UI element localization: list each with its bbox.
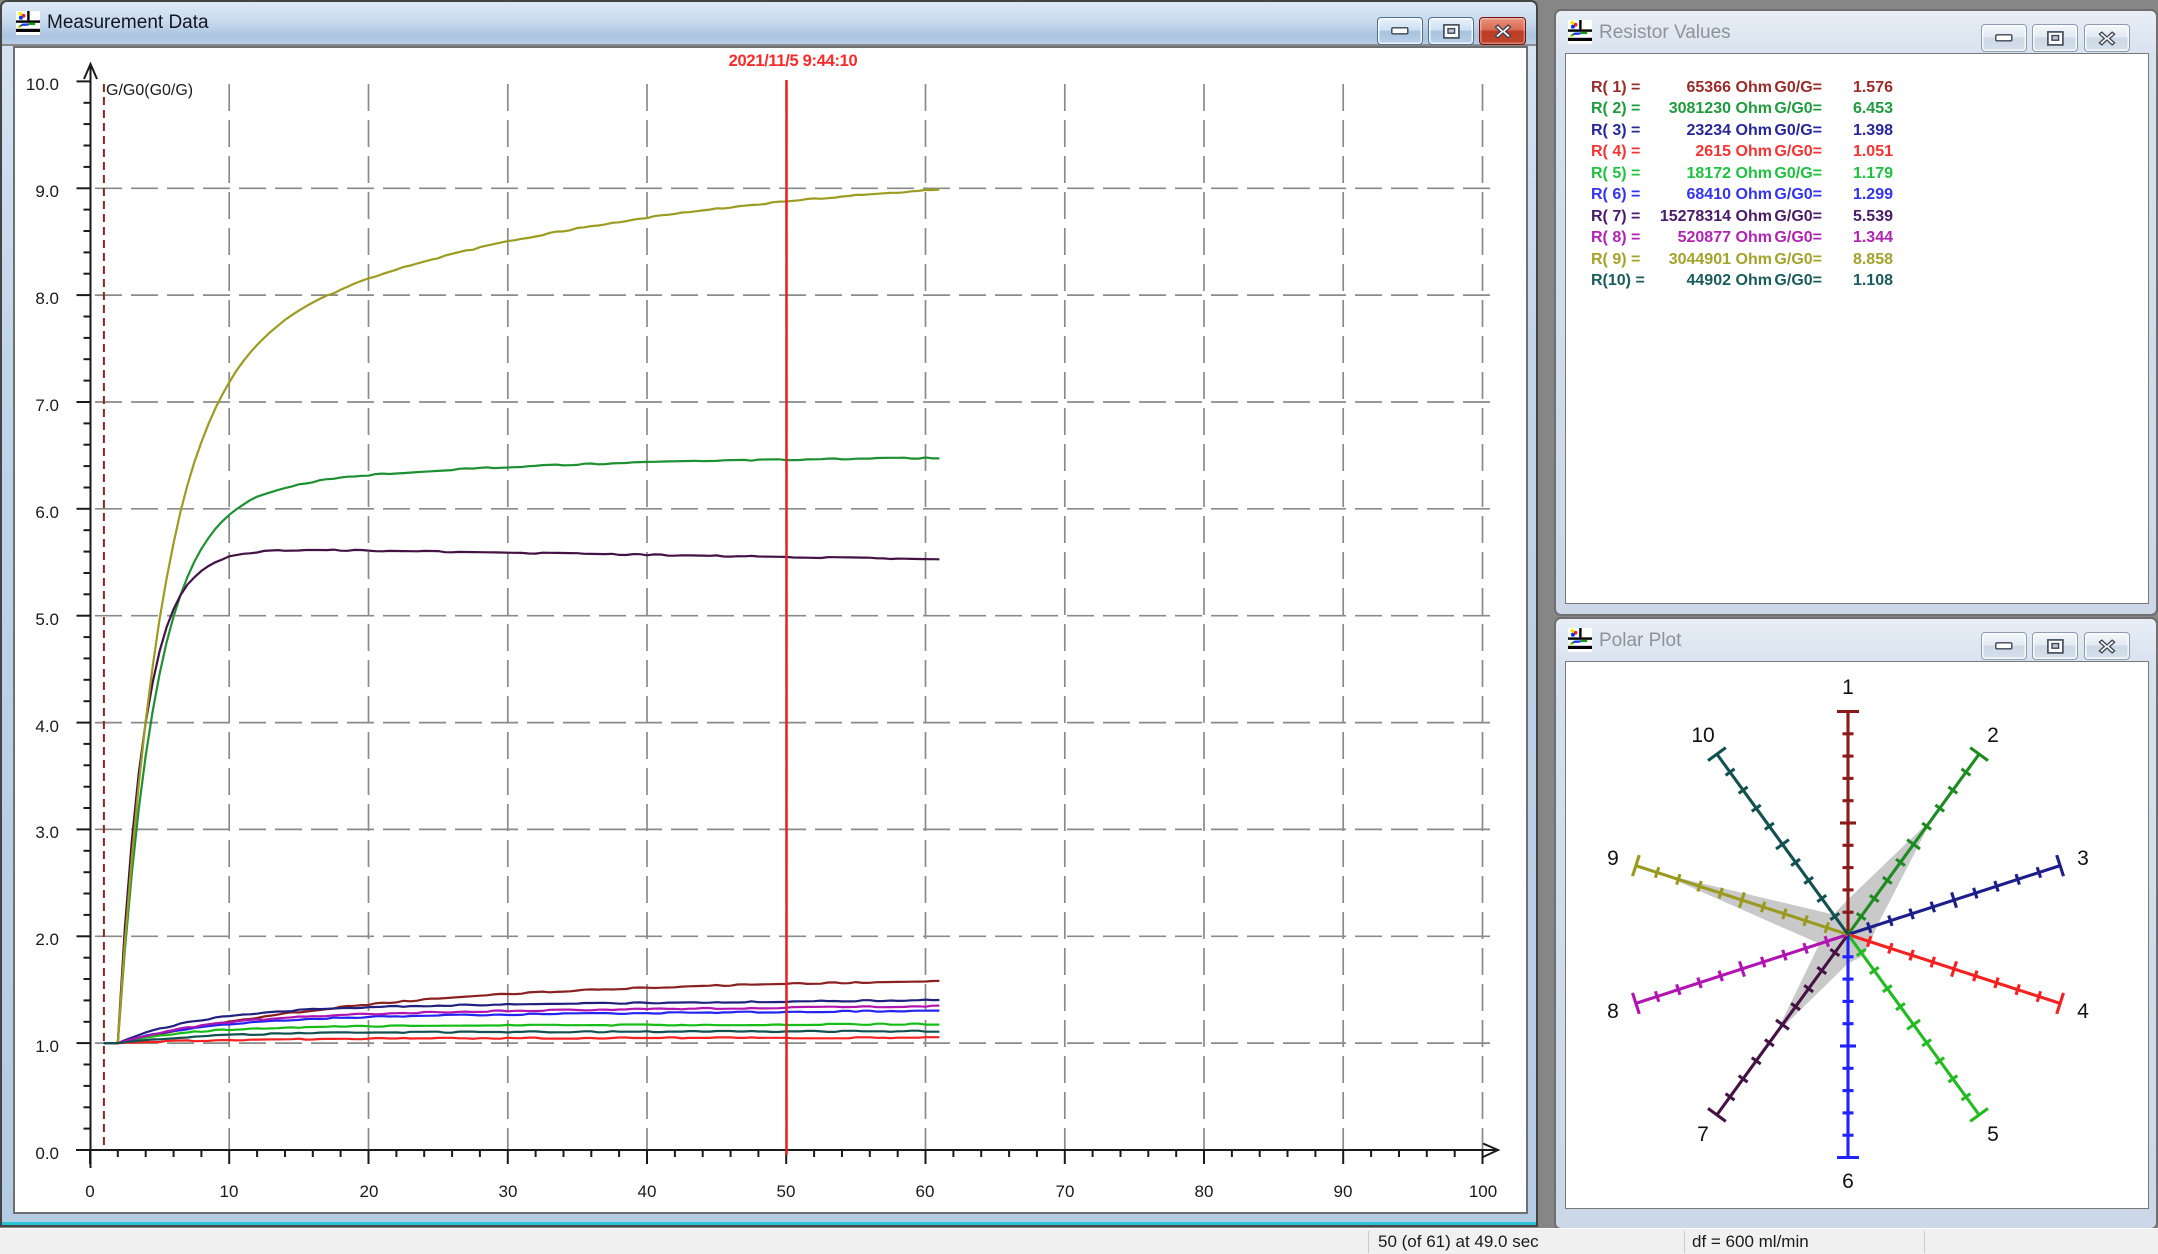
svg-text:6: 6 — [1842, 1170, 1854, 1193]
svg-text:6.0: 6.0 — [35, 503, 59, 522]
svg-text:80: 80 — [1195, 1182, 1214, 1201]
svg-text:100: 100 — [1469, 1182, 1497, 1201]
svg-text:0: 0 — [85, 1182, 94, 1201]
svg-text:1.0: 1.0 — [35, 1037, 59, 1056]
svg-text:2: 2 — [1987, 724, 1999, 747]
svg-text:8.0: 8.0 — [35, 289, 59, 308]
svg-text:7.0: 7.0 — [35, 396, 59, 415]
svg-text:90: 90 — [1334, 1182, 1353, 1201]
svg-text:4: 4 — [2077, 1000, 2089, 1023]
svg-text:5.0: 5.0 — [35, 610, 59, 629]
svg-text:3.0: 3.0 — [35, 823, 59, 842]
svg-text:10.0: 10.0 — [26, 75, 59, 94]
svg-text:4.0: 4.0 — [35, 717, 59, 736]
svg-text:50: 50 — [777, 1182, 796, 1201]
svg-text:5: 5 — [1987, 1123, 1999, 1146]
svg-text:40: 40 — [638, 1182, 657, 1201]
svg-text:0.0: 0.0 — [35, 1144, 59, 1163]
svg-text:20: 20 — [360, 1182, 379, 1201]
svg-text:1: 1 — [1842, 676, 1854, 699]
svg-text:2.0: 2.0 — [35, 930, 59, 949]
svg-text:10: 10 — [1691, 724, 1714, 747]
svg-text:2021/11/5 9:44:10: 2021/11/5 9:44:10 — [729, 52, 858, 70]
svg-text:60: 60 — [916, 1182, 935, 1201]
svg-text:G/G0(G0/G): G/G0(G0/G) — [106, 82, 193, 99]
svg-text:10: 10 — [220, 1182, 239, 1201]
svg-text:8: 8 — [1607, 1000, 1619, 1023]
svg-text:70: 70 — [1056, 1182, 1075, 1201]
svg-text:3: 3 — [2077, 847, 2089, 870]
svg-text:7: 7 — [1697, 1123, 1709, 1146]
svg-text:9.0: 9.0 — [35, 182, 59, 201]
svg-text:9: 9 — [1607, 847, 1619, 870]
svg-text:30: 30 — [499, 1182, 518, 1201]
